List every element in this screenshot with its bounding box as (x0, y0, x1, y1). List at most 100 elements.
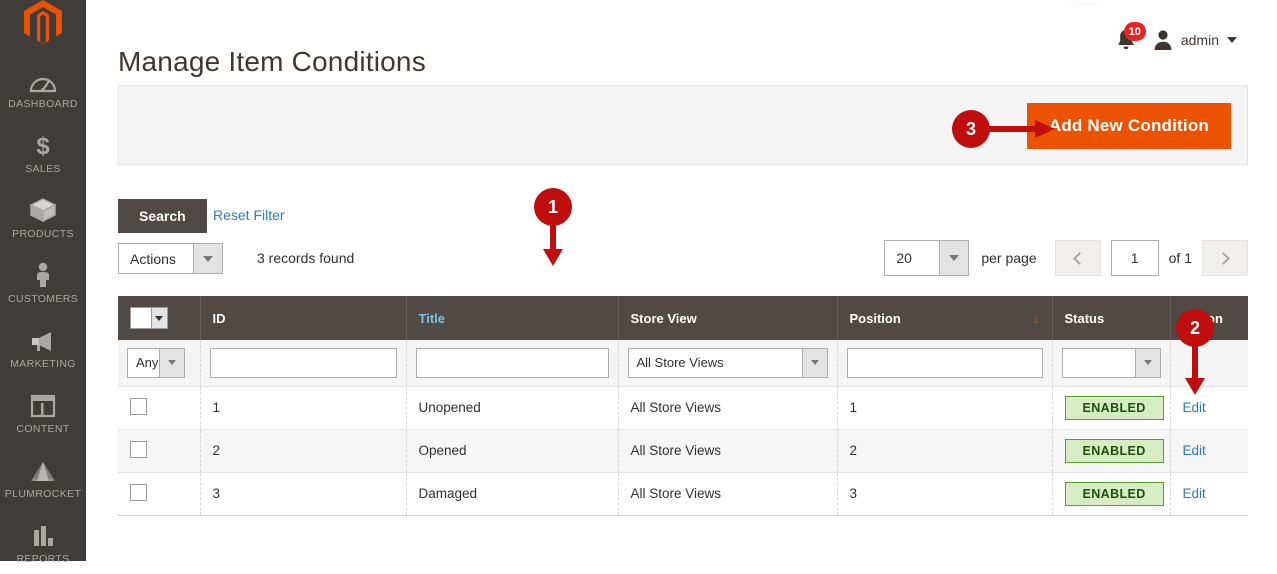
sidebar-item-marketing[interactable]: MARKETING (0, 314, 86, 379)
cell-id: 2 (200, 429, 407, 473)
sidebar-item-content[interactable]: CONTENT (0, 379, 86, 444)
filter-cell-id (200, 340, 407, 387)
sidebar-item-label: MARKETING (10, 358, 76, 370)
column-header-status[interactable]: Status (1052, 296, 1171, 340)
cell-position: 3 (837, 472, 1053, 516)
sidebar-item-label: SALES (25, 163, 61, 175)
table-row[interactable]: 3 Damaged All Store Views 3 ENABLED Edit (118, 472, 1248, 516)
pagination-controls: 20 per page 1 of 1 (884, 240, 1248, 276)
cell-status: ENABLED (1052, 472, 1171, 516)
sidebar-item-label: CONTENT (16, 423, 70, 435)
filter-select-store-view[interactable]: All Store Views (627, 347, 828, 378)
column-header-position[interactable]: Position ↓ (837, 296, 1053, 340)
sidebar-item-label: CUSTOMERS (7, 293, 79, 305)
current-page-input[interactable]: 1 (1110, 240, 1159, 276)
column-header-id[interactable]: ID (200, 296, 407, 340)
sidebar-item-label: REPORTS (16, 553, 70, 565)
sidebar-item-reports[interactable]: REPORTS (0, 509, 86, 574)
cell-id: 1 (200, 386, 407, 430)
cell-id: 3 (200, 472, 407, 516)
filter-cell-title (406, 340, 619, 387)
sidebar-item-label: PLUMROCKET (4, 488, 82, 500)
column-header-title[interactable]: Title (406, 296, 619, 340)
annotation-marker-3: 3 (952, 110, 1055, 148)
per-page-dropdown[interactable]: 20 (884, 240, 970, 276)
actions-dropdown-label: Actions (130, 250, 176, 267)
header-right-controls: 10 admin (1115, 22, 1237, 52)
sidebar-item-sales[interactable]: $ SALES (0, 119, 86, 184)
row-checkbox-cell (118, 386, 201, 430)
svg-text:$: $ (36, 133, 50, 158)
search-button[interactable]: Search (118, 199, 207, 233)
filter-cell-select: Any (118, 340, 201, 387)
chevron-down-icon (801, 348, 827, 377)
chevron-down-icon (150, 307, 168, 329)
sidebar-item-dashboard[interactable]: DASHBOARD (0, 54, 86, 119)
bar-chart-icon (30, 518, 56, 548)
sidebar-item-products[interactable]: PRODUCTS (0, 184, 86, 249)
page-title: Manage Item Conditions (118, 45, 426, 77)
table-row[interactable]: 1 Unopened All Store Views 1 ENABLED Edi… (118, 386, 1248, 430)
cell-action: Edit (1170, 429, 1248, 473)
previous-page-button[interactable] (1054, 240, 1101, 276)
grid-filter-row: Any All Store Views (118, 340, 1248, 387)
chevron-down-icon (1227, 37, 1237, 43)
magento-logo[interactable] (0, 0, 86, 44)
filter-cell-store-view: All Store Views (618, 340, 838, 387)
person-icon (33, 258, 53, 288)
filter-input-id[interactable] (209, 347, 397, 378)
column-header-select[interactable] (118, 296, 201, 340)
main-sidebar: DASHBOARD $ SALES PRODUCTS CUSTOMERS MAR… (0, 0, 86, 565)
edit-link[interactable]: Edit (1183, 486, 1206, 501)
cell-status: ENABLED (1052, 429, 1171, 473)
sidebar-item-label: PRODUCTS (12, 228, 74, 240)
chevron-down-icon (193, 244, 222, 273)
add-new-condition-button[interactable]: Add New Condition (1026, 103, 1231, 149)
sidebar-item-plumrocket[interactable]: PLUMROCKET (0, 444, 86, 509)
user-name-label: admin (1180, 32, 1219, 48)
edit-link[interactable]: Edit (1183, 443, 1206, 458)
cell-action: Edit (1170, 386, 1248, 430)
cell-status: ENABLED (1052, 386, 1171, 430)
notifications-count-badge: 10 (1123, 22, 1146, 41)
user-menu[interactable]: admin (1153, 29, 1237, 51)
cell-title: Damaged (406, 472, 619, 516)
annotation-marker-1: 1 (534, 188, 572, 266)
actions-dropdown[interactable]: Actions (118, 243, 223, 274)
chevron-left-icon (1072, 251, 1086, 265)
cell-action: Edit (1170, 472, 1248, 516)
sort-descending-icon: ↓ (1032, 310, 1040, 326)
row-checkbox[interactable] (130, 483, 147, 501)
grid-header-row: ID Title Store View Position ↓ Status Ac… (118, 296, 1248, 340)
status-badge: ENABLED (1064, 438, 1164, 463)
reset-filter-link[interactable]: Reset Filter (213, 207, 285, 223)
filter-input-title[interactable] (415, 347, 609, 378)
filter-input-position[interactable] (846, 347, 1043, 378)
table-row[interactable]: 2 Opened All Store Views 2 ENABLED Edit (118, 429, 1248, 473)
filter-select-store-view-value: All Store Views (636, 355, 724, 371)
filter-select-status[interactable] (1061, 347, 1161, 378)
chevron-down-icon (1134, 348, 1160, 377)
annotation-arrow-down-icon (543, 221, 563, 266)
filter-select-any[interactable]: Any (127, 347, 185, 378)
row-checkbox[interactable] (130, 397, 147, 415)
select-all-dropdown[interactable] (130, 307, 168, 329)
status-badge: ENABLED (1064, 481, 1164, 506)
select-all-checkbox[interactable] (130, 307, 151, 329)
filter-cell-position (837, 340, 1053, 387)
filter-select-status-value (1063, 349, 1135, 377)
column-header-store-view[interactable]: Store View (618, 296, 838, 340)
row-checkbox[interactable] (130, 440, 147, 458)
dashboard-gauge-icon (29, 63, 57, 93)
notifications-button[interactable]: 10 (1115, 22, 1146, 52)
magento-logo-icon (24, 0, 62, 44)
edit-link[interactable]: Edit (1183, 400, 1206, 415)
cell-position: 1 (837, 386, 1053, 430)
layout-panel-icon (30, 388, 56, 418)
megaphone-icon (29, 323, 57, 353)
row-checkbox-cell (118, 472, 201, 516)
chevron-down-icon (939, 241, 969, 275)
sidebar-item-customers[interactable]: CUSTOMERS (0, 249, 86, 314)
next-page-button[interactable] (1202, 240, 1248, 276)
per-page-value: 20 (896, 250, 912, 266)
